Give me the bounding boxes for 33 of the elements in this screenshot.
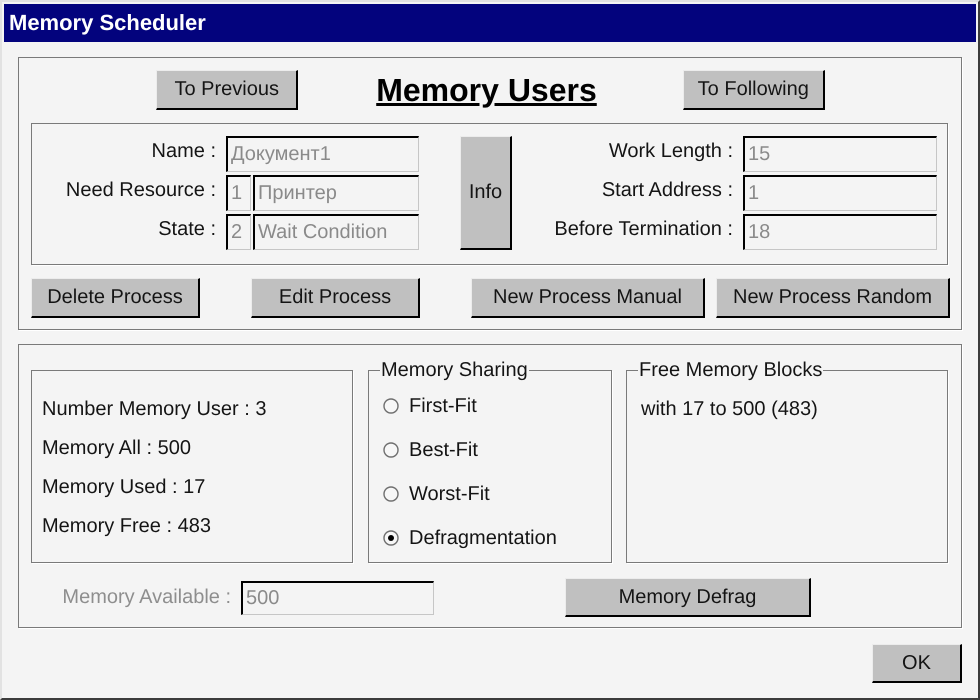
radio-button[interactable] <box>383 442 399 458</box>
radio-button[interactable] <box>383 486 399 502</box>
stat-text: Memory Used : 17 <box>42 476 206 498</box>
radio-button[interactable] <box>383 398 399 414</box>
field-label: Before Termination : <box>553 217 734 242</box>
ok-button[interactable]: OK <box>872 644 962 683</box>
radio-label[interactable]: Worst-Fit <box>409 482 490 506</box>
field-label: Work Length : <box>608 139 734 164</box>
stat-text: Memory Free : 483 <box>42 515 212 537</box>
field-label: Start Address : <box>600 178 734 203</box>
info-button[interactable]: Info <box>460 136 512 250</box>
previous-button[interactable]: To Previous <box>156 70 298 110</box>
field-label: State : <box>157 217 217 242</box>
radio-label[interactable]: Best-Fit <box>409 438 478 462</box>
stat-text: Number Memory User : 3 <box>42 398 268 420</box>
process-button[interactable]: Delete Process <box>31 278 200 318</box>
page-heading: Memory Users <box>376 71 597 110</box>
defrag-button[interactable]: Memory Defrag <box>565 578 811 617</box>
following-button[interactable]: To Following <box>682 70 825 110</box>
field-label: Name : <box>150 139 217 164</box>
radio-button[interactable] <box>383 530 399 546</box>
radio-label[interactable]: First-Fit <box>409 394 477 418</box>
field-label: Need Resource : <box>64 178 217 203</box>
process-button[interactable]: New Process Random <box>716 278 950 318</box>
process-button[interactable]: Edit Process <box>251 278 420 318</box>
radio-label[interactable]: Defragmentation <box>409 526 557 550</box>
group-title: Memory Sharing <box>380 359 529 381</box>
group-title: Free Memory Blocks <box>638 359 824 381</box>
window-title: Memory Scheduler <box>9 10 206 36</box>
stat-text: Memory All : 500 <box>42 437 192 459</box>
process-button[interactable]: New Process Manual <box>471 278 705 318</box>
field-label: Memory Available : <box>61 586 232 609</box>
free-block-text: with 17 to 500 (483) <box>641 398 819 420</box>
